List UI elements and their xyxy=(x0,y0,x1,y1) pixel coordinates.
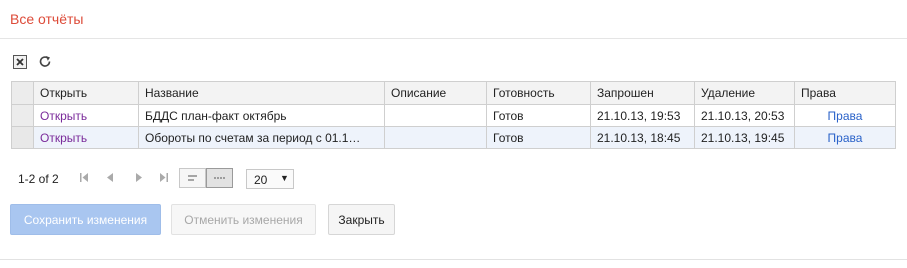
report-description xyxy=(384,126,487,149)
page-title: Все отчёты xyxy=(10,11,84,27)
column-header-rights[interactable]: Права xyxy=(794,81,896,105)
row-selector[interactable] xyxy=(11,104,34,127)
last-page-icon[interactable] xyxy=(160,173,168,184)
title-bar: Все отчёты xyxy=(0,0,907,39)
open-report-link[interactable]: Открыть xyxy=(40,109,87,123)
row-selector[interactable] xyxy=(11,126,34,149)
column-header-name[interactable]: Название xyxy=(138,81,385,105)
column-header-requested[interactable]: Запрошен xyxy=(590,81,695,105)
report-name: БДДС план-факт октябрь xyxy=(138,104,385,127)
table-row[interactable]: Открыть Обороты по счетам за период с 01… xyxy=(11,126,896,149)
page-size-value: 20 xyxy=(254,173,268,187)
column-header-open[interactable]: Открыть xyxy=(33,81,139,105)
report-deletion: 21.10.13, 19:45 xyxy=(694,126,795,149)
chevron-down-icon: ▼ xyxy=(280,173,289,183)
report-requested: 21.10.13, 19:53 xyxy=(590,104,695,127)
rights-link[interactable]: Права xyxy=(828,131,863,145)
rights-link[interactable]: Права xyxy=(828,109,863,123)
column-header-deletion[interactable]: Удаление xyxy=(694,81,795,105)
report-name: Обороты по счетам за период с 01.1… xyxy=(138,126,385,149)
table-header-row: Открыть Название Описание Готовность Зап… xyxy=(11,81,896,105)
report-description xyxy=(384,104,487,127)
column-header-status[interactable]: Готовность xyxy=(486,81,591,105)
open-report-link[interactable]: Открыть xyxy=(40,131,87,145)
divider xyxy=(0,259,907,260)
select-column-header[interactable] xyxy=(11,81,34,105)
report-status: Готов xyxy=(486,126,591,149)
reports-table: Открыть Название Описание Готовность Зап… xyxy=(11,81,896,149)
pager-count: 1-2 of 2 xyxy=(18,172,59,186)
clear-filter-icon[interactable] xyxy=(13,55,27,69)
save-changes-button[interactable]: Сохранить изменения xyxy=(10,204,161,235)
first-page-icon[interactable] xyxy=(80,173,88,184)
compact-density-icon[interactable] xyxy=(206,168,233,188)
cancel-changes-button[interactable]: Отменить изменения xyxy=(171,204,316,235)
comfortable-density-icon[interactable] xyxy=(179,168,206,188)
refresh-icon[interactable] xyxy=(38,55,52,69)
table-row[interactable]: Открыть БДДС план-факт октябрь Готов 21.… xyxy=(11,104,896,127)
report-status: Готов xyxy=(486,104,591,127)
close-button[interactable]: Закрыть xyxy=(328,204,395,235)
column-header-description[interactable]: Описание xyxy=(384,81,487,105)
next-page-icon[interactable] xyxy=(136,173,142,184)
report-requested: 21.10.13, 18:45 xyxy=(590,126,695,149)
report-deletion: 21.10.13, 20:53 xyxy=(694,104,795,127)
prev-page-icon[interactable] xyxy=(107,173,113,184)
page-size-select[interactable]: 20 ▼ xyxy=(246,169,294,189)
